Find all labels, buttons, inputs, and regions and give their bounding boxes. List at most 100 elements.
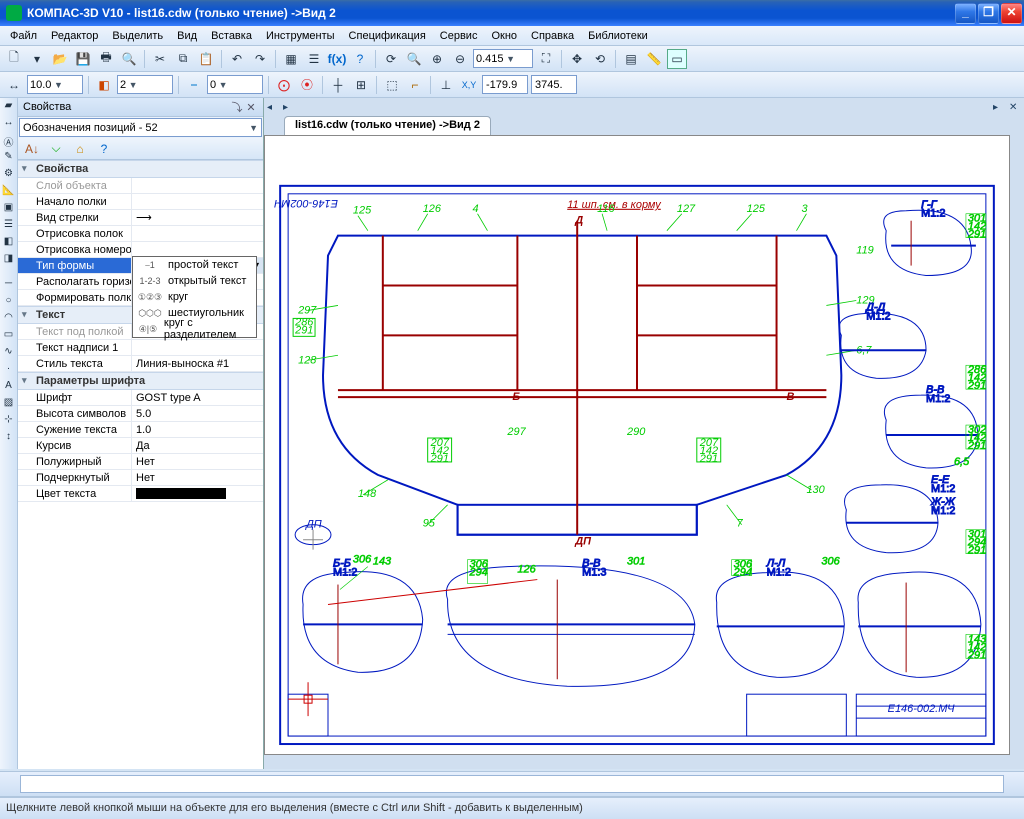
zoomout-icon[interactable]: ⊖ <box>450 49 470 69</box>
vtool-circ-icon[interactable]: ○ <box>1 295 16 310</box>
fx-icon[interactable]: f(x) <box>327 49 347 69</box>
style-icon[interactable]: ⎯ <box>184 75 204 95</box>
menu-insert[interactable]: Вставка <box>205 28 258 44</box>
zoomwin-icon[interactable]: 🔍 <box>404 49 424 69</box>
redo-icon[interactable]: ↷ <box>250 49 270 69</box>
help-icon[interactable]: ? <box>350 49 370 69</box>
ddl-1[interactable]: 1-2-3открытый текст <box>133 273 256 289</box>
layers-icon[interactable]: ▤ <box>621 49 641 69</box>
scrollbar-horizontal[interactable] <box>265 754 1009 755</box>
vtool-more1-icon[interactable]: ◧ <box>1 236 16 251</box>
vtool-more2-icon[interactable]: ◨ <box>1 253 16 268</box>
vtool-spec-icon[interactable]: ☰ <box>1 219 16 234</box>
axis-icon[interactable]: ⌐ <box>405 75 425 95</box>
grid-icon[interactable]: ▦ <box>281 49 301 69</box>
vtool-sel-icon[interactable]: ▣ <box>1 202 16 217</box>
vtool-rect-icon[interactable]: ▭ <box>1 329 16 344</box>
save-icon[interactable]: 💾 <box>73 49 93 69</box>
close-button[interactable]: ✕ <box>1001 3 1022 24</box>
vtool-dim2-icon[interactable]: ↕ <box>1 431 16 446</box>
open-icon[interactable]: 📂 <box>50 49 70 69</box>
ddl-0[interactable]: ⎯1простой текст <box>133 257 256 273</box>
scrollbar-vertical[interactable] <box>1009 136 1010 754</box>
filter-icon[interactable]: ⌵ <box>46 139 66 159</box>
ortho-icon[interactable]: ⬚ <box>382 75 402 95</box>
vtool-meas-icon[interactable]: 📐 <box>1 185 16 200</box>
vtool-param-icon[interactable]: ⚙ <box>1 168 16 183</box>
vtool-point-icon[interactable]: · <box>1 363 16 378</box>
preview-icon[interactable]: 🔍 <box>119 49 139 69</box>
undo-icon[interactable]: ↶ <box>227 49 247 69</box>
doc-next-icon[interactable]: ▸ <box>993 102 1005 113</box>
doc-prev-icon[interactable]: ▸ <box>283 102 295 113</box>
props-icon[interactable]: ▭ <box>667 49 687 69</box>
coord-x-input[interactable]: -179.9 <box>482 75 528 94</box>
rot-icon[interactable]: ⟲ <box>590 49 610 69</box>
menu-tools[interactable]: Инструменты <box>260 28 341 44</box>
vtool-geom-icon[interactable]: ▰ <box>1 100 16 115</box>
pan-icon[interactable]: ✥ <box>567 49 587 69</box>
zoom-combo[interactable]: 0.415▼ <box>473 49 533 68</box>
coord-y-input[interactable]: 3745. <box>531 75 577 94</box>
doc-first-icon[interactable]: ◂ <box>267 102 279 113</box>
grid2-icon[interactable]: ┼ <box>328 75 348 95</box>
menu-window[interactable]: Окно <box>485 28 523 44</box>
menu-file[interactable]: Файл <box>4 28 43 44</box>
lcs-icon[interactable]: ⊥ <box>436 75 456 95</box>
dropdown-icon[interactable]: ▾ <box>27 49 47 69</box>
group-font[interactable]: Параметры шрифта <box>18 372 263 390</box>
paste-icon[interactable]: 📋 <box>196 49 216 69</box>
cut-icon[interactable]: ✂ <box>150 49 170 69</box>
layer-icon[interactable]: ◧ <box>94 75 114 95</box>
menu-spec[interactable]: Спецификация <box>343 28 432 44</box>
ddl-2[interactable]: ①②③круг <box>133 289 256 305</box>
group-properties[interactable]: Свойства <box>18 160 263 178</box>
object-combo[interactable]: Обозначения позиций - 52▼ <box>19 118 262 137</box>
vtool-dim-icon[interactable]: ↔ <box>1 117 16 132</box>
print-icon[interactable]: 🖶 <box>96 49 116 69</box>
svg-text:6,5: 6,5 <box>954 456 970 468</box>
new-icon[interactable]: 🗋 <box>4 49 24 69</box>
cat-icon[interactable]: A↓ <box>22 139 42 159</box>
tree-icon[interactable]: ⌂ <box>70 139 90 159</box>
command-input[interactable] <box>20 775 1004 793</box>
menu-edit[interactable]: Редактор <box>45 28 104 44</box>
snap2-icon[interactable]: ⦿ <box>297 75 317 95</box>
pin-icon[interactable]: ⤵ <box>230 99 244 115</box>
zoomin-icon[interactable]: ⊕ <box>427 49 447 69</box>
mode-icon[interactable]: ⊞ <box>351 75 371 95</box>
menu-help[interactable]: Справка <box>525 28 580 44</box>
vtool-des-icon[interactable]: Ⓐ <box>1 134 16 149</box>
refresh-icon[interactable]: ⟳ <box>381 49 401 69</box>
vtool-axis2-icon[interactable]: ⊹ <box>1 414 16 429</box>
menu-libs[interactable]: Библиотеки <box>582 28 654 44</box>
meas-icon[interactable]: 📏 <box>644 49 664 69</box>
doc-close-icon[interactable]: ✕ <box>1009 102 1021 113</box>
copy-icon[interactable]: ⧉ <box>173 49 193 69</box>
layer-combo[interactable]: 2▼ <box>117 75 173 94</box>
ddl-4[interactable]: ④|⑤круг с разделителем <box>133 321 256 337</box>
menu-select[interactable]: Выделить <box>106 28 169 44</box>
info-icon[interactable]: ? <box>94 139 114 159</box>
svg-text:306: 306 <box>353 554 372 566</box>
menu-service[interactable]: Сервис <box>434 28 484 44</box>
vtool-hatch-icon[interactable]: ▨ <box>1 397 16 412</box>
minimize-button[interactable]: _ <box>955 3 976 24</box>
list-icon[interactable]: ☰ <box>304 49 324 69</box>
xy-icon[interactable]: X,Y <box>459 75 479 95</box>
drawing-canvas[interactable]: E146-002.МЧ 11 шп. см. в корму E146-002М… <box>264 135 1010 755</box>
vtool-spline-icon[interactable]: ∿ <box>1 346 16 361</box>
maximize-button[interactable]: ❐ <box>978 3 999 24</box>
close-panel-icon[interactable]: ✕ <box>244 101 258 114</box>
document-tab[interactable]: list16.cdw (только чтение) ->Вид 2 <box>284 116 491 135</box>
vtool-text-icon[interactable]: A <box>1 380 16 395</box>
vtool-line-icon[interactable]: ─ <box>1 278 16 293</box>
step-icon[interactable]: ↔ <box>4 75 24 95</box>
vtool-arc-icon[interactable]: ◠ <box>1 312 16 327</box>
snap1-icon[interactable]: ⨀ <box>274 75 294 95</box>
step-combo[interactable]: 10.0▼ <box>27 75 83 94</box>
style-combo[interactable]: 0▼ <box>207 75 263 94</box>
vtool-edit-icon[interactable]: ✎ <box>1 151 16 166</box>
zoomfit-icon[interactable]: ⛶ <box>536 49 556 69</box>
menu-view[interactable]: Вид <box>171 28 203 44</box>
